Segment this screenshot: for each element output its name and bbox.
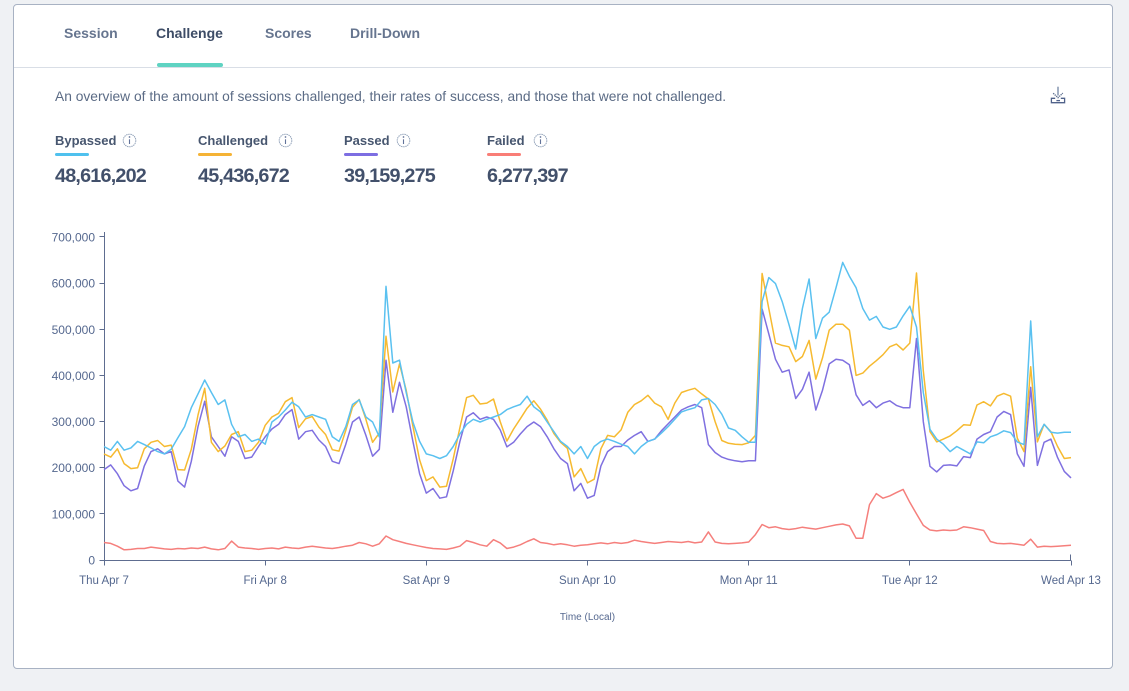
svg-text:600,000: 600,000: [52, 277, 96, 291]
svg-text:700,000: 700,000: [52, 231, 96, 245]
svg-text:Tue Apr 12: Tue Apr 12: [882, 575, 938, 587]
svg-text:Mon Apr 11: Mon Apr 11: [720, 575, 778, 587]
svg-text:Time (Local): Time (Local): [560, 612, 615, 623]
svg-text:Sat Apr 9: Sat Apr 9: [403, 575, 450, 587]
svg-text:Thu Apr 7: Thu Apr 7: [79, 575, 129, 587]
svg-text:100,000: 100,000: [52, 507, 96, 521]
svg-text:0: 0: [88, 554, 95, 568]
svg-text:Fri Apr 8: Fri Apr 8: [243, 575, 286, 587]
svg-text:Wed Apr 13: Wed Apr 13: [1041, 575, 1101, 587]
svg-text:500,000: 500,000: [52, 323, 96, 337]
svg-text:300,000: 300,000: [52, 415, 96, 429]
svg-text:200,000: 200,000: [52, 461, 96, 475]
svg-text:400,000: 400,000: [52, 369, 96, 383]
svg-text:Sun Apr 10: Sun Apr 10: [559, 575, 616, 587]
